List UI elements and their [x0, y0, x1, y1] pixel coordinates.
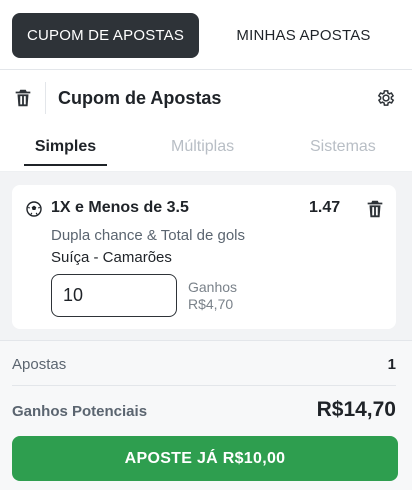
bet-selection: 1X e Menos de 3.5 — [51, 199, 189, 216]
bet-market: Dupla chance & Total de gols — [51, 227, 246, 244]
place-bet-button[interactable]: APOSTE JÁ R$10,00 — [12, 436, 398, 481]
trash-icon[interactable] — [12, 87, 34, 109]
soccer-ball-icon — [26, 201, 42, 217]
stake-input[interactable] — [51, 274, 177, 317]
bet-type-tabs: Simples Múltiplas Sistemas — [0, 128, 412, 172]
tab-singles[interactable]: Simples — [24, 138, 107, 166]
winnings-label: Ganhos — [188, 279, 238, 295]
winnings-value: R$4,70 — [188, 296, 234, 312]
betslip-top-tabs: CUPOM DE APOSTAS MINHAS APOSTAS — [0, 0, 412, 70]
summary-divider — [12, 385, 396, 386]
gear-icon[interactable] — [376, 88, 396, 108]
tab-multiples[interactable]: Múltiplas — [171, 138, 234, 156]
tab-systems[interactable]: Sistemas — [310, 138, 376, 156]
bet-odds: 1.47 — [309, 199, 341, 216]
header-divider — [45, 82, 46, 114]
bet-card: 1X e Menos de 3.5 1.47 Dupla chance & To… — [12, 185, 396, 329]
bet-event: Suíça - Camarões — [51, 249, 172, 266]
bet-list: 1X e Menos de 3.5 1.47 Dupla chance & To… — [0, 172, 412, 340]
tab-my-bets[interactable]: MINHAS APOSTAS — [210, 13, 397, 58]
remove-bet-trash-icon[interactable] — [364, 198, 386, 220]
betslip-summary: Apostas 1 Ganhos Potenciais R$14,70 APOS… — [0, 340, 412, 490]
potential-winnings-value: R$14,70 — [316, 398, 396, 421]
page-title: Cupom de Apostas — [58, 88, 222, 108]
tab-betslip[interactable]: CUPOM DE APOSTAS — [12, 13, 199, 58]
bets-count-label: Apostas — [12, 356, 67, 373]
betslip-header: Cupom de Apostas — [0, 70, 412, 128]
potential-winnings-label: Ganhos Potenciais — [12, 403, 148, 420]
bets-count-value: 1 — [387, 356, 396, 373]
